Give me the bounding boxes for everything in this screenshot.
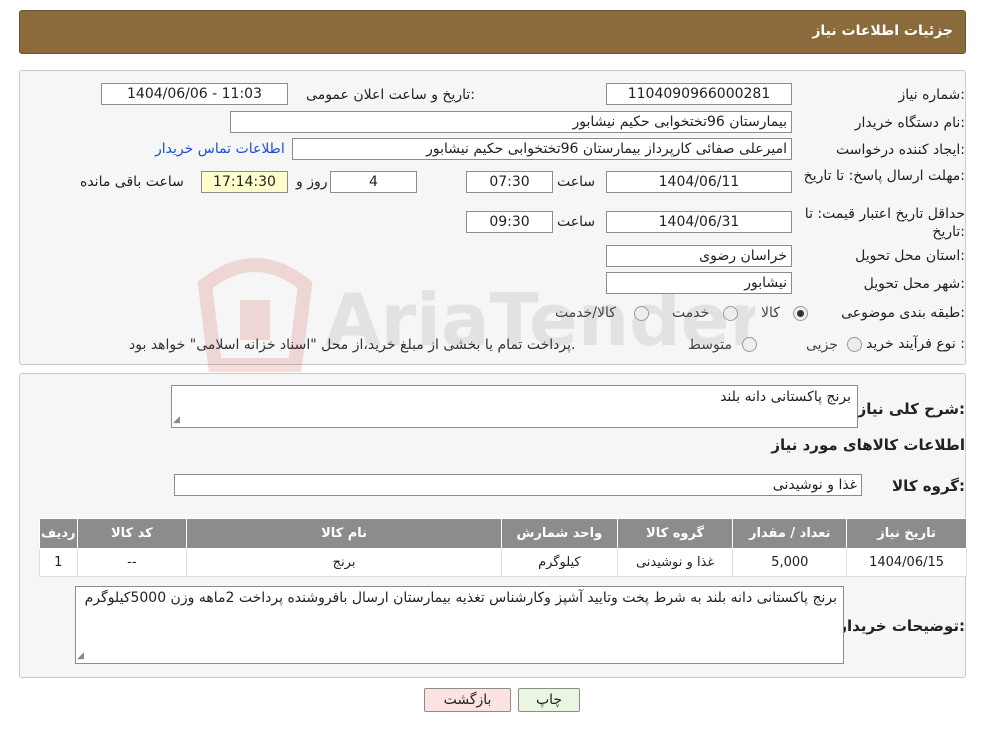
deadline-label: مهلت ارسال پاسخ: تا تاریخ: bbox=[803, 168, 965, 184]
back-button[interactable]: بازگشت bbox=[424, 688, 511, 712]
process-type-label: نوع فرآیند خرید : bbox=[866, 336, 965, 352]
col-row-number: ردیف bbox=[39, 518, 78, 549]
category-goods-label: کالا bbox=[761, 305, 780, 321]
deadline-time-label: ساعت bbox=[557, 174, 596, 190]
cell-quantity: 5,000 bbox=[732, 548, 848, 577]
buyer-notes-label: توضیحات خریدار: bbox=[838, 617, 965, 635]
requester-label: ایجاد کننده درخواست: bbox=[836, 142, 965, 158]
col-goods-group: گروه کالا bbox=[616, 518, 734, 549]
price-validity-label: حداقل تاریخ اعتبار قیمت: تا تاریخ: bbox=[804, 206, 965, 240]
resize-grip-icon[interactable]: ◢ bbox=[77, 651, 84, 661]
buyer-org-field: بیمارستان 96تختخوابی حکیم نیشابور bbox=[230, 111, 792, 133]
buyer-contact-link[interactable]: اطلاعات تماس خریدار bbox=[155, 141, 285, 157]
announce-datetime-field: 1404/06/06 - 11:03 bbox=[101, 83, 288, 105]
treasury-note: پرداخت تمام یا بخشی از مبلغ خرید،از محل … bbox=[129, 337, 576, 353]
page-title: جزئیات اطلاعات نیاز bbox=[812, 23, 953, 39]
deadline-time-field: 07:30 bbox=[466, 171, 553, 193]
goods-group-label: گروه کالا: bbox=[892, 477, 965, 495]
buyer-org-label: نام دستگاه خریدار: bbox=[854, 115, 965, 131]
table-row: 1 -- برنج کیلوگرم غذا و نوشیدنی 5,000 14… bbox=[39, 548, 967, 577]
col-item-code: کد کالا bbox=[76, 518, 188, 549]
need-number-field: 1104090966000281 bbox=[606, 83, 792, 105]
process-medium-radio[interactable] bbox=[742, 337, 757, 352]
print-button[interactable]: چاپ bbox=[518, 688, 580, 712]
days-label: روز و bbox=[296, 174, 328, 190]
category-goods-radio[interactable] bbox=[793, 306, 808, 321]
price-validity-time-label: ساعت bbox=[557, 214, 596, 230]
province-field: خراسان رضوی bbox=[606, 245, 792, 267]
resize-grip-icon[interactable]: ◢ bbox=[173, 415, 180, 425]
col-need-date: تاریخ نیاز bbox=[846, 518, 967, 549]
summary-field: برنج پاکستانی دانه بلند bbox=[171, 385, 858, 428]
cell-unit: کیلوگرم bbox=[500, 548, 618, 577]
city-label: شهر محل تحویل: bbox=[863, 276, 965, 292]
remaining-time-field: 17:14:30 bbox=[201, 171, 288, 193]
requester-field: امیرعلی صفائی کارپرداز بیمارستان 96تختخو… bbox=[292, 138, 792, 160]
category-label: طبقه بندی موضوعی: bbox=[841, 305, 965, 321]
category-goods-service-radio[interactable] bbox=[634, 306, 649, 321]
cell-need-date: 1404/06/15 bbox=[846, 548, 967, 577]
buyer-notes-text: برنج پاکستانی دانه بلند به شرط پخت وتایی… bbox=[84, 590, 837, 606]
category-service-radio[interactable] bbox=[723, 306, 738, 321]
cell-item-name: برنج bbox=[186, 548, 502, 577]
price-validity-date-field: 1404/06/31 bbox=[606, 211, 792, 233]
page-header: جزئیات اطلاعات نیاز bbox=[19, 10, 966, 54]
items-table: ردیف کد کالا نام کالا واحد شمارش گروه کا… bbox=[39, 518, 967, 577]
col-unit: واحد شمارش bbox=[500, 518, 618, 549]
province-label: استان محل تحویل: bbox=[855, 248, 965, 264]
col-item-name: نام کالا bbox=[186, 518, 502, 549]
cell-goods-group: غذا و نوشیدنی bbox=[616, 548, 734, 577]
price-validity-time-field: 09:30 bbox=[466, 211, 553, 233]
col-quantity: تعداد / مقدار bbox=[732, 518, 848, 549]
category-goods-service-label: کالا/خدمت bbox=[555, 305, 616, 321]
announce-datetime-label: تاریخ و ساعت اعلان عمومی: bbox=[306, 87, 475, 103]
buyer-notes-field: برنج پاکستانی دانه بلند به شرط پخت وتایی… bbox=[75, 586, 844, 664]
goods-info-title: اطلاعات کالاهای مورد نیاز bbox=[771, 436, 965, 454]
goods-group-field: غذا و نوشیدنی bbox=[174, 474, 862, 496]
summary-text: برنج پاکستانی دانه بلند bbox=[720, 389, 851, 405]
cell-item-code: -- bbox=[76, 548, 188, 577]
process-minor-radio[interactable] bbox=[847, 337, 862, 352]
need-number-label: شماره نیاز: bbox=[898, 87, 965, 103]
deadline-date-field: 1404/06/11 bbox=[606, 171, 792, 193]
city-field: نیشابور bbox=[606, 272, 792, 294]
category-service-label: خدمت bbox=[672, 305, 710, 321]
remaining-time-label: ساعت باقی مانده bbox=[80, 174, 184, 190]
cell-row-number: 1 bbox=[39, 548, 78, 577]
table-header-row: ردیف کد کالا نام کالا واحد شمارش گروه کا… bbox=[39, 518, 967, 549]
process-medium-label: متوسط bbox=[688, 337, 732, 353]
summary-label: شرح کلی نیاز: bbox=[857, 400, 965, 418]
process-minor-label: جزیی bbox=[806, 337, 838, 353]
days-remaining-field: 4 bbox=[330, 171, 417, 193]
items-table-wrapper: ردیف کد کالا نام کالا واحد شمارش گروه کا… bbox=[39, 518, 967, 577]
